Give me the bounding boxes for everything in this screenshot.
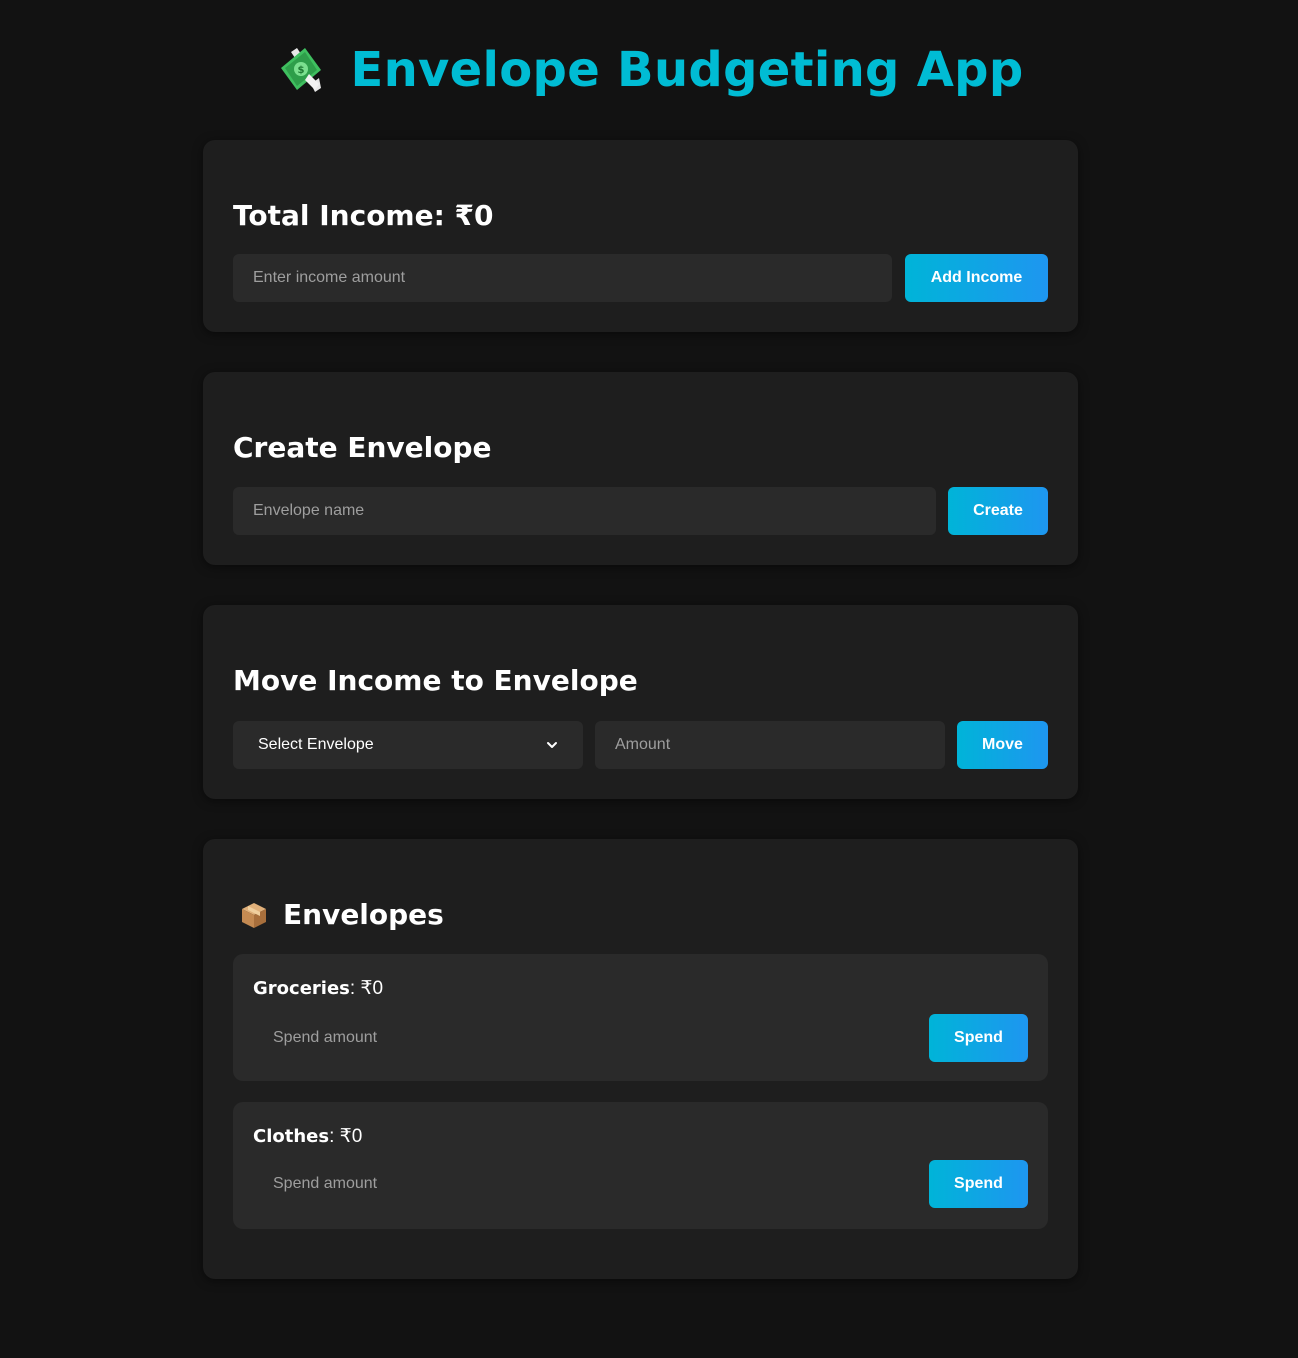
envelope-balance: Groceries: ₹0 [253,978,383,1000]
add-income-button[interactable]: Add Income [905,254,1048,302]
envelope-name: Clothes [253,1126,330,1147]
envelope-item-clothes: Clothes: ₹0 Spend [233,1102,1048,1229]
envelope-amount: : ₹0 [349,978,384,999]
income-amount-input[interactable] [233,254,892,302]
package-box-icon [242,903,266,928]
create-envelope-button[interactable]: Create [948,487,1048,535]
envelope-select-value: Select Envelope [258,736,374,753]
app-header: $ Envelope Budgeting App [0,38,1298,102]
move-amount-input[interactable] [595,721,945,769]
envelopes-title: Envelopes [283,898,444,931]
envelopes-card: Envelopes Groceries: ₹0 Spend Clothes: ₹… [203,839,1078,1279]
envelope-item-groceries: Groceries: ₹0 Spend [233,954,1048,1081]
spend-button[interactable]: Spend [929,1014,1028,1062]
create-envelope-heading: Create Envelope [233,431,492,464]
total-income-heading: Total Income: ₹0 [233,199,494,232]
spend-amount-input[interactable] [253,1160,933,1208]
envelope-name-input[interactable] [233,487,936,535]
envelope-name: Groceries [253,978,350,999]
move-button[interactable]: Move [957,721,1048,769]
page-title: Envelope Budgeting App [350,42,1024,98]
envelopes-heading: Envelopes [239,897,444,933]
money-with-wings-icon: $ [280,48,321,92]
move-income-heading: Move Income to Envelope [233,664,638,697]
move-income-card: Move Income to Envelope Select Envelope … [203,605,1078,799]
svg-text:$: $ [297,65,304,76]
create-envelope-card: Create Envelope Create [203,372,1078,565]
income-card: Total Income: ₹0 Add Income [203,140,1078,332]
chevron-down-icon [547,742,557,748]
spend-amount-input[interactable] [253,1014,933,1062]
envelope-select[interactable]: Select Envelope [233,721,583,769]
envelope-balance: Clothes: ₹0 [253,1126,362,1148]
envelope-amount: : ₹0 [329,1126,363,1147]
spend-button[interactable]: Spend [929,1160,1028,1208]
